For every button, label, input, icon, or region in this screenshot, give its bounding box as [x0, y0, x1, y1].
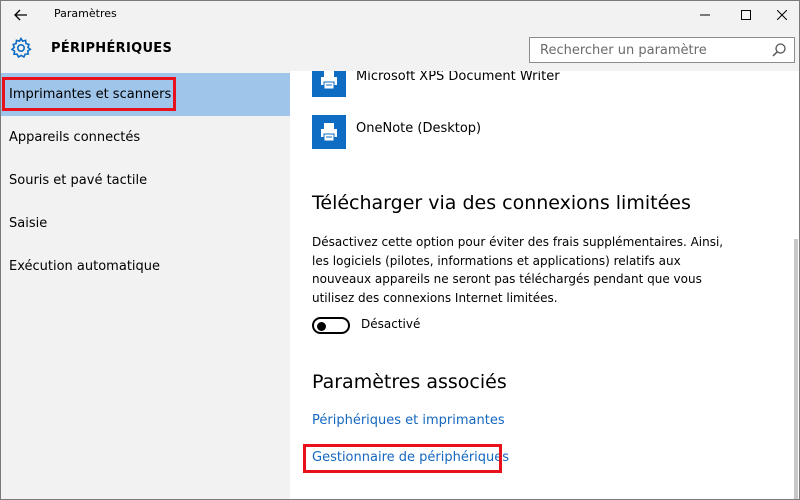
sidebar-item-mouse-touchpad[interactable]: Souris et pavé tactile: [1, 159, 290, 202]
printer-icon: [312, 71, 346, 97]
sidebar-item-autoplay[interactable]: Exécution automatique: [1, 245, 290, 288]
metered-download-toggle[interactable]: [312, 317, 350, 334]
search-input[interactable]: [530, 38, 766, 62]
search-icon[interactable]: [772, 43, 786, 57]
sidebar-item-label: Exécution automatique: [9, 259, 161, 274]
device-item-onenote[interactable]: OneNote (Desktop): [312, 115, 772, 155]
device-item-xps-writer[interactable]: Microsoft XPS Document Writer: [312, 71, 772, 103]
maximize-button[interactable]: [729, 1, 762, 28]
close-button[interactable]: [765, 1, 798, 28]
device-label: Microsoft XPS Document Writer: [356, 71, 560, 84]
metered-description: Désactivez cette option pour éviter des …: [312, 235, 724, 305]
device-label: OneNote (Desktop): [356, 121, 482, 136]
sidebar-item-label: Appareils connectés: [9, 130, 141, 145]
page-title: PÉRIPHÉRIQUES: [51, 41, 173, 56]
toggle-knob: [317, 321, 326, 331]
minimize-button[interactable]: [688, 1, 721, 28]
close-icon: [776, 9, 787, 20]
back-button[interactable]: [1, 1, 41, 28]
maximize-icon: [740, 9, 751, 20]
sidebar: Imprimantes et scanners Appareils connec…: [1, 71, 290, 499]
devices-printers-link[interactable]: Périphériques et imprimantes: [312, 413, 505, 428]
window-title: Paramètres: [54, 7, 117, 20]
main-content: Microsoft XPS Document Writer OneNote (D…: [290, 71, 799, 499]
main-scrollbar[interactable]: [794, 239, 798, 499]
back-arrow-icon: [14, 9, 27, 20]
highlight-box-device-manager: [303, 444, 502, 473]
settings-window: Paramètres PÉRIPHÉRIQUES Rechercher un p…: [0, 0, 800, 500]
sidebar-item-label: Saisie: [9, 216, 48, 231]
related-settings-title: Paramètres associés: [312, 371, 507, 393]
search-box[interactable]: [529, 37, 795, 63]
toggle-state-label: Désactivé: [361, 317, 421, 331]
sidebar-item-label: Souris et pavé tactile: [9, 173, 148, 188]
printer-icon: [312, 115, 346, 149]
metered-section-title: Télécharger via des connexions limitées: [312, 192, 691, 214]
sidebar-item-typing[interactable]: Saisie: [1, 202, 290, 245]
title-bar: Paramètres: [1, 1, 799, 28]
gear-icon: [10, 36, 32, 59]
sidebar-item-connected-devices[interactable]: Appareils connectés: [1, 116, 290, 159]
settings-header: PÉRIPHÉRIQUES: [1, 28, 799, 71]
minimize-icon: [699, 14, 710, 15]
highlight-box-sidebar: [2, 77, 176, 111]
